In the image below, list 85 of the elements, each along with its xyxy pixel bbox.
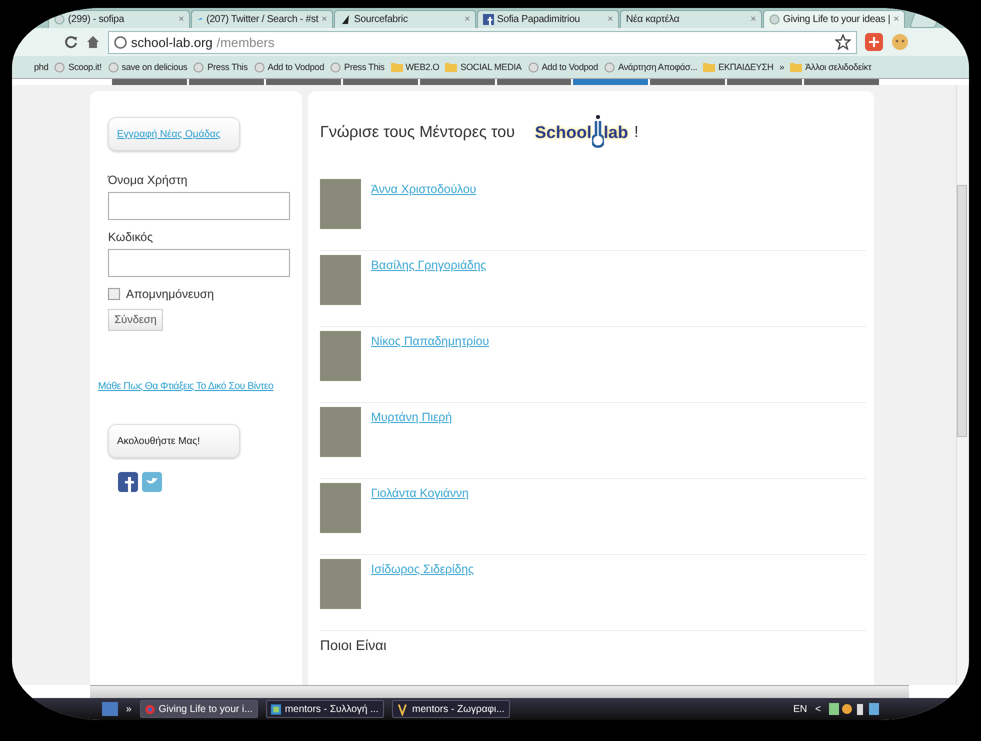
close-icon[interactable]: ×	[607, 14, 613, 25]
photo-placeholder	[320, 407, 361, 457]
folder-icon	[790, 62, 802, 72]
checkbox-label: Απομνημόνευση	[126, 287, 214, 301]
bookmark[interactable]: Add to Vodpod	[528, 62, 598, 72]
bookmark[interactable]: Add to Vodpod	[254, 62, 324, 72]
plus-icon[interactable]	[865, 33, 883, 51]
photo-placeholder	[320, 179, 361, 229]
scrollbar[interactable]	[90, 685, 909, 698]
globe-icon	[528, 62, 539, 72]
nav-tab[interactable]	[650, 79, 726, 85]
globe-icon	[254, 62, 265, 72]
section-heading: Ποιοι Είναι	[320, 637, 388, 653]
nav-tab[interactable]	[496, 79, 572, 85]
tray-icons[interactable]	[829, 702, 879, 716]
globe-icon	[114, 36, 127, 48]
photo-placeholder	[320, 255, 361, 305]
globe-icon	[54, 62, 66, 72]
globe-icon	[193, 62, 204, 72]
follow-title: Ακολουθήστε Μας!	[108, 424, 240, 458]
browser-tab[interactable]: Νέα καρτέλα ×	[620, 10, 762, 28]
field-label: Κωδικός	[108, 230, 154, 244]
photo-placeholder	[320, 331, 361, 381]
globe-icon	[769, 14, 780, 25]
nav-tab[interactable]	[188, 79, 264, 85]
address-bar[interactable]: school-lab.org /members	[108, 30, 857, 54]
bookmark[interactable]: SOCIAL MEDIA	[445, 62, 522, 72]
browser-icon	[144, 702, 155, 716]
close-icon[interactable]: ×	[178, 14, 184, 25]
photo-placeholder	[320, 483, 361, 533]
nav-tab[interactable]	[112, 79, 187, 85]
bookmark[interactable]: Ανάρτηση Αποφάσ...	[604, 62, 698, 72]
logo: School lab	[534, 113, 628, 153]
bookmark[interactable]: »	[779, 62, 784, 72]
bookmark[interactable]: Scoop.it!	[54, 62, 102, 72]
globe-icon	[108, 62, 119, 72]
globe-icon	[54, 14, 65, 25]
reload-icon[interactable]	[64, 35, 78, 49]
browser-tab[interactable]: Sofia Papadimitriou ×	[477, 10, 619, 28]
bookmark[interactable]: WEB2.O	[390, 62, 440, 72]
nav-tab[interactable]	[804, 79, 880, 85]
browser-tab[interactable]: Sourcefabric ×	[334, 10, 476, 28]
folder-icon	[390, 62, 402, 72]
globe-icon	[604, 62, 616, 72]
nav-tab[interactable]	[727, 79, 802, 85]
page-heading: Γνώρισε τους Μέντορες του	[320, 124, 515, 142]
star-icon[interactable]	[835, 34, 851, 50]
taskbar-window[interactable]: mentors - Ζωγραφι...	[392, 700, 510, 718]
bookmark[interactable]: ΕΚΠΑΙΔΕΥΣΗ	[703, 62, 774, 72]
bookmark[interactable]: Press This	[193, 62, 248, 72]
sail-icon	[340, 14, 351, 25]
username-field[interactable]	[108, 192, 290, 220]
home-icon[interactable]	[86, 35, 100, 49]
bookmark[interactable]: Press This	[330, 62, 384, 72]
login-button[interactable]: Σύνδεση	[108, 309, 163, 331]
nav-tab[interactable]	[342, 79, 418, 85]
folder-icon	[445, 62, 458, 72]
taskbar-window[interactable]: Giving Life to your i...	[140, 700, 258, 718]
folder-icon	[703, 62, 716, 72]
bookmark[interactable]: Άλλοι σελιδοδείκτ	[790, 62, 872, 72]
chevron[interactable]: »	[126, 704, 132, 714]
close-icon[interactable]: ×	[750, 14, 756, 25]
close-icon[interactable]: ×	[893, 14, 899, 25]
bookmark[interactable]: save on delicious	[108, 62, 188, 72]
close-icon[interactable]: ×	[464, 14, 470, 25]
remember-checkbox[interactable]	[108, 288, 120, 300]
nav-tab[interactable]	[420, 79, 495, 85]
photo-placeholder	[320, 559, 361, 609]
browser-tab[interactable]: (299) - sofipa ×	[48, 10, 190, 28]
password-field[interactable]	[108, 249, 290, 277]
browser-tab[interactable]: Giving Life to your ideas | ×	[763, 10, 905, 28]
tray-arrow[interactable]: <	[815, 704, 821, 714]
face-icon[interactable]	[891, 33, 909, 51]
browser-tab[interactable]: (207) Twitter / Search - #st ×	[191, 10, 333, 28]
desktop-icon[interactable]	[102, 702, 118, 716]
globe-icon	[330, 62, 342, 72]
nav-tab[interactable]	[266, 79, 341, 85]
field-label: Όνομα Χρήστη	[108, 173, 188, 187]
language-indicator[interactable]: EN	[793, 704, 808, 714]
taskbar-window[interactable]: mentors - Συλλογή ...	[266, 700, 384, 718]
nav-tab[interactable]	[573, 79, 648, 85]
picture-icon	[270, 702, 281, 716]
bookmark[interactable]: phd	[34, 62, 48, 72]
heading-punctuation: !	[634, 124, 639, 142]
close-icon[interactable]: ×	[321, 14, 327, 25]
